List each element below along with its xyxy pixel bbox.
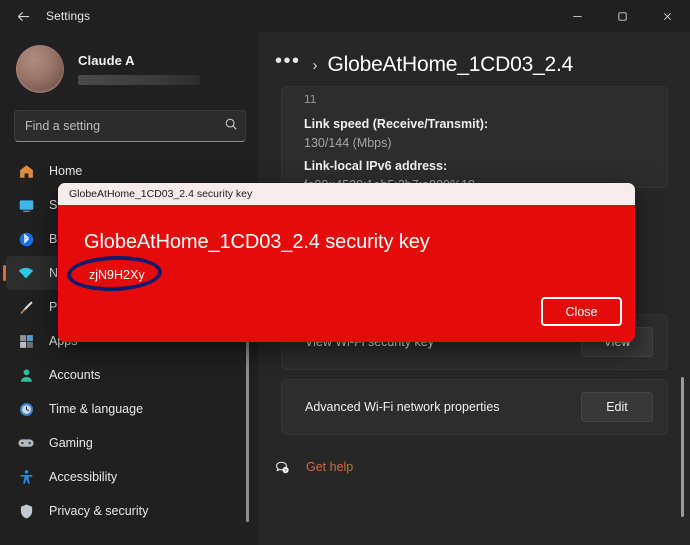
- search-container: [14, 110, 246, 142]
- apps-icon: [16, 331, 36, 351]
- link-speed-label: Link speed (Receive/Transmit):: [304, 117, 489, 131]
- window-title: Settings: [46, 9, 91, 23]
- sidebar-item-label: Home: [49, 164, 83, 178]
- close-button[interactable]: [645, 0, 690, 32]
- avatar: [16, 45, 64, 93]
- help-bubble-icon: ?: [272, 457, 292, 477]
- dialog-body: GlobeAtHome_1CD03_2.4 security key zjN9H…: [58, 205, 635, 342]
- security-key-container: zjN9H2Xy: [66, 254, 163, 293]
- shield-icon: [16, 501, 36, 521]
- window-titlebar: Settings: [0, 0, 690, 32]
- search-input[interactable]: [14, 110, 246, 142]
- link-speed-value: 130/144 (Mbps): [304, 136, 392, 150]
- settings-window: Settings Claude A Find a setting Home Ac…: [0, 0, 690, 545]
- sidebar-item-label: Privacy & security: [49, 504, 149, 518]
- row-label: Advanced Wi-Fi network properties: [305, 400, 500, 414]
- profile-name: Claude A: [78, 53, 135, 68]
- sidebar-item-privacy-security[interactable]: Privacy & security: [6, 494, 248, 528]
- dialog-titlebar: GlobeAtHome_1CD03_2.4 security key: [58, 183, 635, 205]
- back-button[interactable]: [6, 1, 40, 31]
- advanced-properties-row: Advanced Wi-Fi network properties Edit: [281, 379, 668, 435]
- sidebar-item-label: Time & language: [49, 402, 144, 416]
- user-profile[interactable]: Claude A: [0, 32, 258, 104]
- edit-button[interactable]: Edit: [581, 392, 653, 422]
- main-scrollbar[interactable]: [681, 377, 684, 517]
- breadcrumb-overflow-button[interactable]: •••: [275, 51, 301, 76]
- ipv6-label: Link-local IPv6 address:: [304, 159, 448, 173]
- sidebar-item-label: Gaming: [49, 436, 93, 450]
- sidebar-item-accounts[interactable]: Accounts: [6, 358, 248, 392]
- security-key-value: zjN9H2Xy: [89, 268, 145, 282]
- account-icon: [16, 365, 36, 385]
- paintbrush-icon: [16, 297, 36, 317]
- maximize-button[interactable]: [600, 0, 645, 32]
- clock-icon: [16, 399, 36, 419]
- sidebar-item-gaming[interactable]: Gaming: [6, 426, 248, 460]
- detail-clipped-row: 11: [304, 95, 317, 106]
- accessibility-icon: [16, 467, 36, 487]
- gamepad-icon: [16, 433, 36, 453]
- system-icon: [16, 195, 36, 215]
- home-icon: [16, 161, 36, 181]
- dialog-close-button[interactable]: Close: [541, 297, 622, 326]
- breadcrumb: ••• › GlobeAtHome_1CD03_2.4: [258, 32, 690, 86]
- chevron-right-icon: ›: [312, 56, 318, 74]
- profile-email-redacted: [78, 75, 200, 85]
- dialog-titlebar-text: GlobeAtHome_1CD03_2.4 security key: [69, 188, 253, 200]
- profile-text: Claude A: [78, 53, 200, 85]
- minimize-button[interactable]: [555, 0, 600, 32]
- wifi-icon: [16, 263, 36, 283]
- search-icon: [224, 117, 238, 136]
- window-controls: [555, 0, 690, 32]
- sidebar-item-accessibility[interactable]: Accessibility: [6, 460, 248, 494]
- get-help-label: Get help: [306, 460, 354, 474]
- sidebar-item-label: Accounts: [49, 368, 101, 382]
- network-details-card: 11 Link speed (Receive/Transmit): 130/14…: [281, 86, 668, 188]
- bluetooth-icon: [16, 229, 36, 249]
- network-details-list: 11 Link speed (Receive/Transmit): 130/14…: [282, 87, 667, 187]
- security-key-dialog: GlobeAtHome_1CD03_2.4 security key Globe…: [58, 183, 635, 342]
- sidebar-item-label: Accessibility: [49, 470, 118, 484]
- sidebar-item-time-language[interactable]: Time & language: [6, 392, 248, 426]
- dialog-heading: GlobeAtHome_1CD03_2.4 security key: [84, 231, 430, 253]
- page-title: GlobeAtHome_1CD03_2.4: [327, 53, 574, 76]
- get-help-link[interactable]: ? Get help: [272, 457, 690, 477]
